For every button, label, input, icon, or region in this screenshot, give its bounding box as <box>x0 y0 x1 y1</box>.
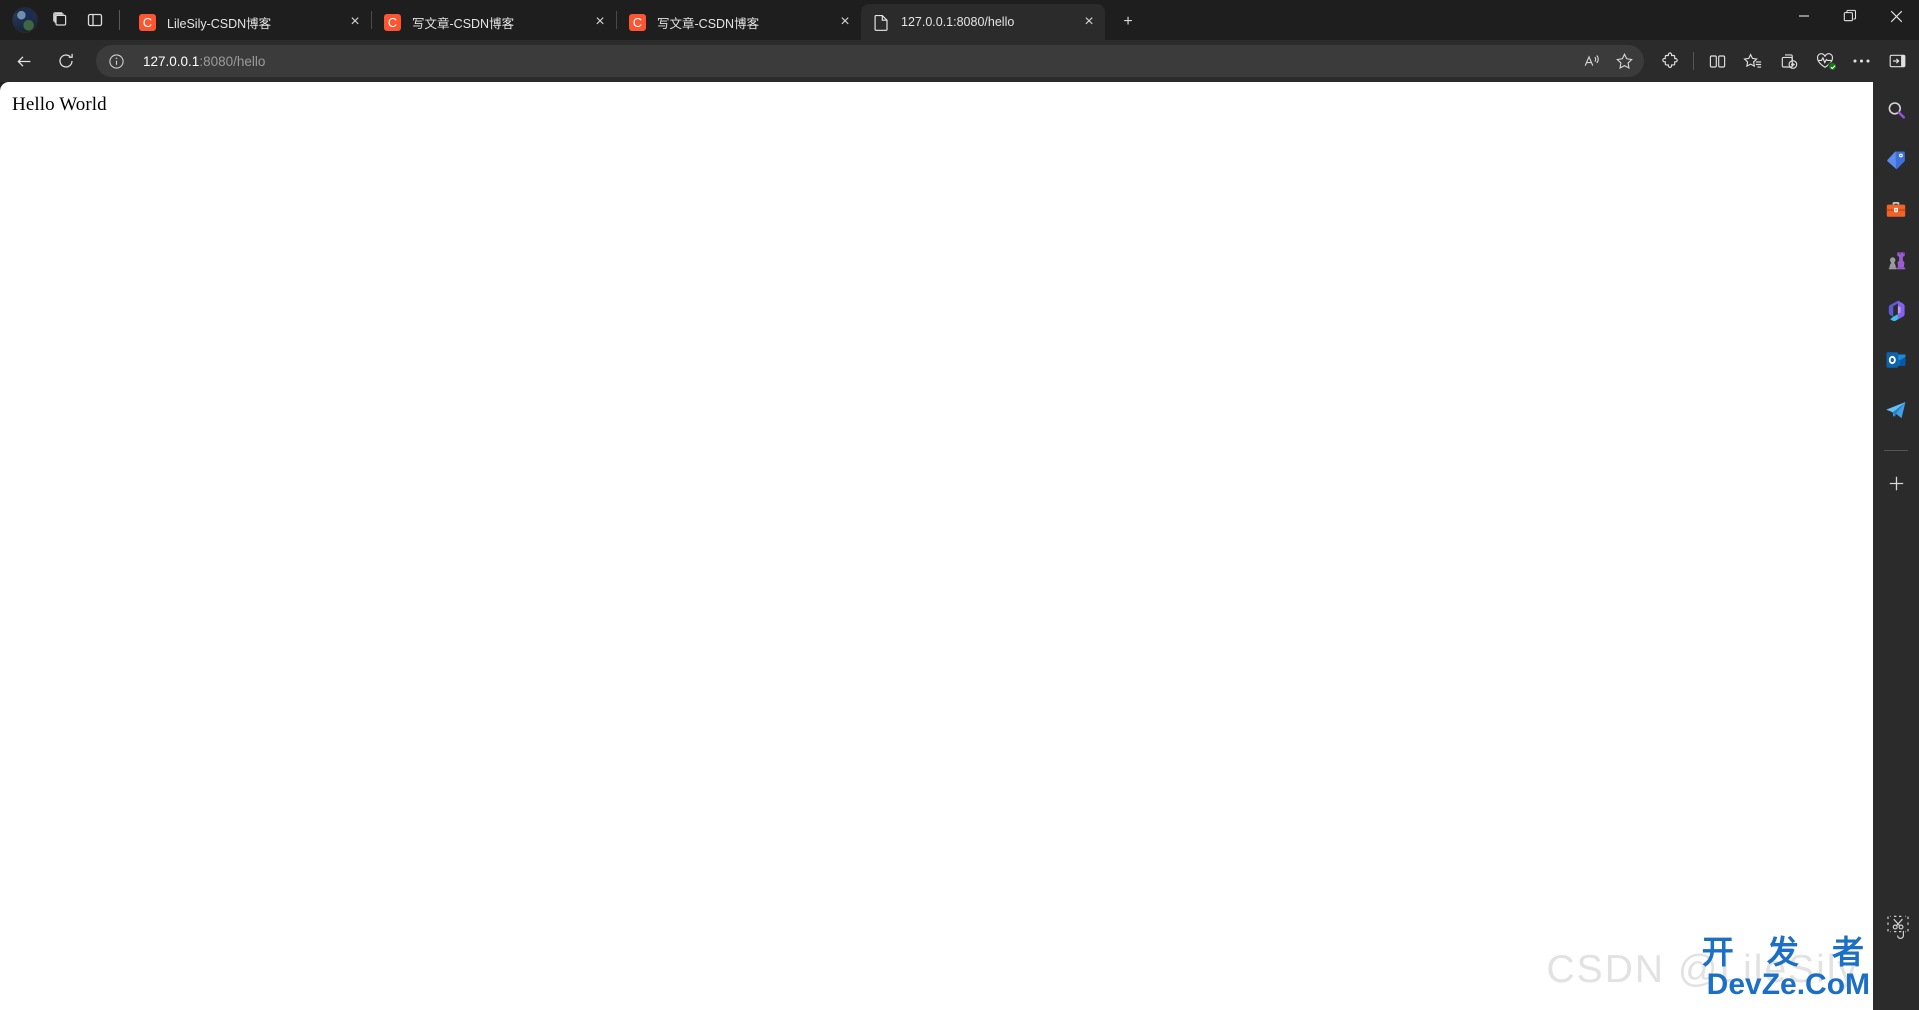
tools-icon[interactable] <box>1878 192 1914 228</box>
browser-toolbar: 127.0.0.1:8080/hello <box>0 40 1919 82</box>
tab-actions-icon[interactable] <box>78 3 112 37</box>
minimize-icon[interactable] <box>1781 0 1827 32</box>
add-to-collection-icon[interactable] <box>1771 45 1807 77</box>
sidebar-divider <box>1884 450 1908 451</box>
split-screen-icon[interactable] <box>1699 45 1735 77</box>
page-body-text: Hello World <box>12 94 107 115</box>
browser-essentials-icon[interactable] <box>1807 45 1843 77</box>
tab-strip-divider <box>119 10 120 30</box>
favorite-star-icon[interactable] <box>1608 46 1640 76</box>
page-viewport: Hello World <box>0 82 1873 1010</box>
tab-title: 写文章-CSDN博客 <box>657 16 760 31</box>
shopping-tag-icon[interactable] <box>1878 142 1914 178</box>
close-icon[interactable]: × <box>833 10 857 34</box>
close-window-icon[interactable] <box>1873 0 1919 32</box>
close-icon[interactable]: × <box>1077 10 1101 34</box>
address-bar-actions <box>1576 46 1640 76</box>
page-icon <box>873 14 890 31</box>
settings-and-more-icon[interactable] <box>1843 45 1879 77</box>
refresh-icon[interactable] <box>48 45 84 77</box>
tab-title: LileSily-CSDN博客 <box>167 16 272 31</box>
games-icon[interactable] <box>1878 242 1914 278</box>
csdn-icon-letter: C <box>139 13 156 31</box>
new-tab-button[interactable]: + <box>1111 5 1145 39</box>
tab-title: 127.0.0.1:8080/hello <box>901 15 1015 29</box>
url-path: :8080/hello <box>199 53 266 69</box>
tab-title: 写文章-CSDN博客 <box>412 16 515 31</box>
address-bar[interactable]: 127.0.0.1:8080/hello <box>96 45 1644 77</box>
browser-tab-active[interactable]: 127.0.0.1:8080/hello × <box>861 4 1105 40</box>
workspaces-icon[interactable] <box>44 3 78 37</box>
restore-icon[interactable] <box>1827 0 1873 32</box>
telegram-icon[interactable] <box>1878 392 1914 428</box>
csdn-icon: C <box>139 13 156 31</box>
collections-icon[interactable] <box>1735 45 1771 77</box>
tab-strip-left-controls <box>0 0 127 40</box>
tab-list: C LileSily-CSDN博客 × C 写文章-CSDN博客 × C 写文章… <box>127 0 1781 40</box>
toolbar-divider <box>1693 52 1694 70</box>
outlook-icon[interactable] <box>1878 342 1914 378</box>
tab-strip: C LileSily-CSDN博客 × C 写文章-CSDN博客 × C 写文章… <box>0 0 1919 40</box>
toolbar-actions <box>1652 45 1919 77</box>
url-host: 127.0.0.1 <box>143 53 200 69</box>
csdn-icon: C <box>629 13 646 31</box>
sidebar-toggle-icon[interactable] <box>1879 45 1915 77</box>
read-aloud-icon[interactable] <box>1576 46 1608 76</box>
browser-tab[interactable]: C 写文章-CSDN博客 × <box>617 4 861 40</box>
microsoft-365-icon[interactable] <box>1878 292 1914 328</box>
customize-sidebar-button[interactable] <box>1878 465 1914 501</box>
csdn-icon-letter: C <box>629 13 646 31</box>
csdn-icon-letter: C <box>384 13 401 31</box>
edge-sidebar <box>1873 82 1919 1010</box>
status-badge-icon <box>1828 62 1837 71</box>
back-icon[interactable] <box>6 45 42 77</box>
close-icon[interactable]: × <box>588 10 612 34</box>
url-text: 127.0.0.1:8080/hello <box>143 54 1576 69</box>
close-icon[interactable]: × <box>343 10 367 34</box>
window-controls <box>1781 0 1919 40</box>
search-icon[interactable] <box>1878 92 1914 128</box>
browser-tab[interactable]: C LileSily-CSDN博客 × <box>127 4 371 40</box>
csdn-icon: C <box>384 13 401 31</box>
site-info-icon[interactable] <box>101 46 131 76</box>
extensions-icon[interactable] <box>1652 45 1688 77</box>
browser-tab[interactable]: C 写文章-CSDN博客 × <box>372 4 616 40</box>
profile-avatar[interactable] <box>12 7 38 33</box>
